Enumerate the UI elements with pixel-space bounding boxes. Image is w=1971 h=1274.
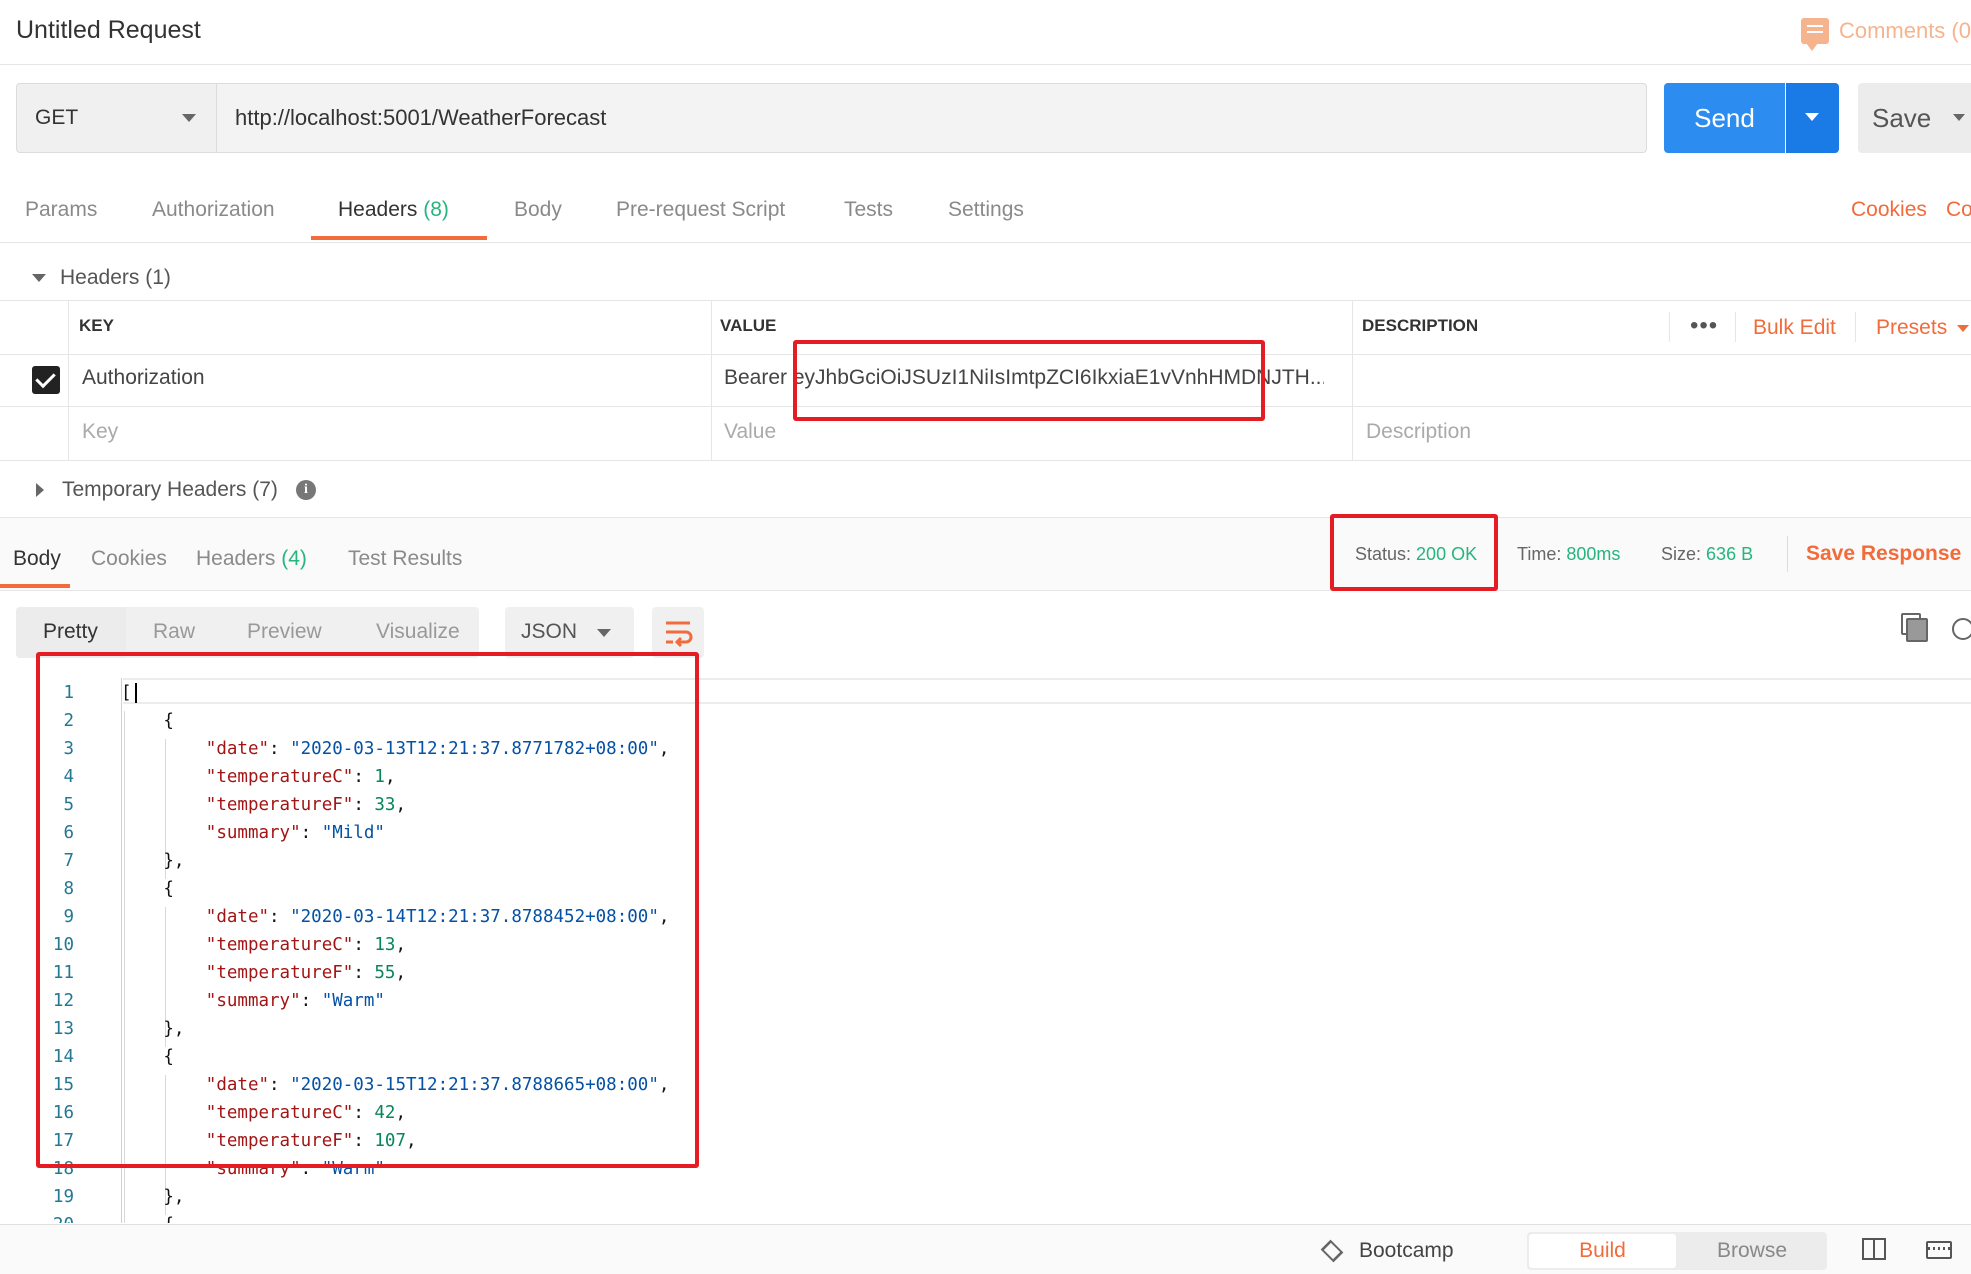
tab-params[interactable]: Params (25, 198, 97, 222)
view-mode-group: Pretty Raw Preview Visualize (16, 607, 479, 658)
time-readout: Time: 800ms (1517, 544, 1620, 565)
highlight-status-box (1330, 514, 1498, 591)
copy-icon[interactable] (1901, 613, 1928, 642)
tab-settings[interactable]: Settings (948, 198, 1024, 222)
response-tab-headers[interactable]: Headers (4) (196, 547, 307, 571)
active-tab-indicator (0, 584, 70, 588)
tab-tests[interactable]: Tests (844, 198, 893, 222)
send-button[interactable]: Send (1664, 83, 1785, 153)
chevron-down-icon (1957, 324, 1970, 332)
chevron-down-icon (597, 629, 611, 637)
save-response-button[interactable]: Save Response (1806, 542, 1961, 566)
cookies-link[interactable]: Cookies (1851, 198, 1927, 222)
new-value-input[interactable]: Value (724, 420, 776, 444)
save-dropdown-icon[interactable] (1953, 114, 1965, 121)
comment-icon (1800, 18, 1829, 51)
code-link[interactable]: Co (1946, 198, 1971, 222)
chevron-down-icon (32, 274, 46, 282)
code-line: { (121, 1215, 174, 1223)
new-key-input[interactable]: Key (82, 420, 118, 444)
info-icon[interactable]: i (295, 480, 316, 500)
presets-label: Presets (1876, 316, 1948, 339)
more-options-icon[interactable]: ••• (1690, 312, 1718, 340)
chevron-down-icon (182, 114, 196, 122)
status-footer: Bootcamp Build Browse (0, 1224, 1971, 1274)
response-tab-test-results[interactable]: Test Results (348, 547, 462, 571)
search-icon[interactable] (1952, 618, 1971, 640)
view-raw-button[interactable]: Raw (153, 620, 195, 644)
tab-headers-count: (8) (423, 198, 449, 221)
send-dropdown-button[interactable] (1786, 83, 1839, 153)
highlight-body-box (36, 652, 699, 1168)
size-readout: Size: 636 B (1661, 544, 1753, 565)
code-line: }, (121, 1187, 184, 1207)
presets-button[interactable]: Presets (1876, 316, 1970, 340)
browse-button[interactable]: Browse (1679, 1234, 1825, 1268)
headers-section-toggle[interactable]: Headers (1) (32, 266, 171, 290)
response-tab-headers-label: Headers (196, 547, 276, 570)
chevron-right-icon (36, 483, 44, 497)
time-value: 800ms (1566, 544, 1621, 564)
highlight-token-box (793, 340, 1265, 421)
title-bar: Untitled Request Comments (0 (0, 0, 1971, 65)
new-description-input[interactable]: Description (1366, 420, 1471, 444)
temporary-headers-label: Temporary Headers (7) (62, 478, 278, 501)
tab-headers-label: Headers (338, 198, 418, 221)
headers-section-title: Headers (1) (60, 266, 171, 289)
keyboard-shortcuts-icon[interactable] (1926, 1241, 1952, 1259)
line-number: 20 (0, 1215, 74, 1223)
wrap-lines-button[interactable] (652, 607, 704, 658)
divider (1787, 536, 1788, 572)
code-punctuation: { (163, 1215, 174, 1223)
code-punctuation: }, (163, 1187, 185, 1207)
active-tab-indicator (311, 236, 487, 240)
header-enabled-checkbox[interactable] (32, 366, 60, 394)
bulk-edit-button[interactable]: Bulk Edit (1753, 316, 1836, 340)
header-key-cell[interactable]: Authorization (82, 366, 205, 390)
time-label: Time: (1517, 544, 1562, 564)
view-visualize-button[interactable]: Visualize (376, 620, 460, 644)
tab-body[interactable]: Body (514, 198, 562, 222)
column-header-value: VALUE (720, 316, 777, 335)
tab-authorization[interactable]: Authorization (152, 198, 275, 222)
chevron-down-icon (1805, 113, 1819, 121)
request-tabs: Params Authorization Headers (8) Body Pr… (0, 176, 1971, 243)
build-button[interactable]: Build (1529, 1234, 1676, 1268)
size-label: Size: (1661, 544, 1702, 564)
response-tab-cookies[interactable]: Cookies (91, 547, 167, 571)
format-label: JSON (521, 620, 578, 643)
response-tab-body[interactable]: Body (13, 547, 61, 571)
response-tab-headers-count: (4) (281, 547, 307, 570)
comments-label: Comments (0 (1838, 18, 1971, 43)
format-select[interactable]: JSON (505, 607, 634, 658)
build-browse-toggle: Build Browse (1527, 1232, 1827, 1270)
two-pane-view-icon[interactable] (1862, 1238, 1886, 1260)
temporary-headers-toggle[interactable]: Temporary Headers (7) i (36, 478, 316, 502)
url-input[interactable] (217, 83, 1647, 153)
tab-pre-request-script[interactable]: Pre-request Script (616, 198, 785, 222)
size-value: 636 B (1706, 544, 1754, 564)
view-pretty-button[interactable]: Pretty (43, 620, 98, 644)
column-header-description: DESCRIPTION (1362, 316, 1479, 335)
bootcamp-button[interactable]: Bootcamp (1321, 1239, 1454, 1263)
request-title[interactable]: Untitled Request (16, 16, 201, 45)
view-preview-button[interactable]: Preview (247, 620, 322, 644)
graduation-cap-icon (1321, 1244, 1347, 1258)
method-label: GET (35, 106, 79, 129)
method-select[interactable]: GET (16, 83, 217, 153)
response-bar: Body Cookies Headers (4) Test Results St… (0, 517, 1971, 591)
comments-button[interactable]: Comments (0 (1800, 18, 1971, 51)
bootcamp-label: Bootcamp (1359, 1239, 1454, 1262)
line-number: 19 (52, 1187, 74, 1207)
column-header-key: KEY (79, 316, 114, 335)
wrap-icon (666, 621, 693, 648)
tab-headers[interactable]: Headers (8) (338, 198, 449, 222)
